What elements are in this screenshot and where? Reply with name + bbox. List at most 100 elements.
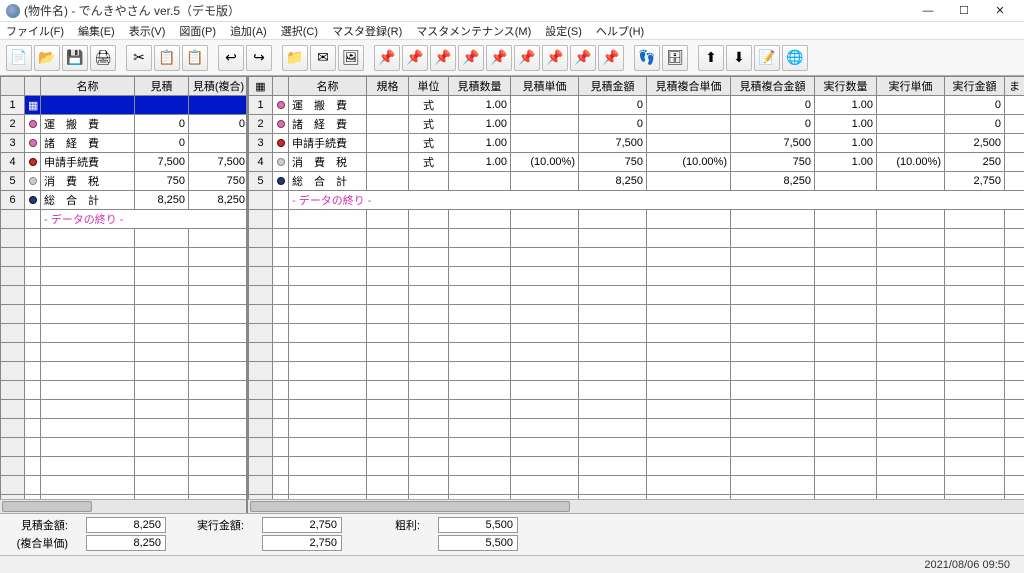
toolbar-btn-3[interactable]: 🖨 (90, 45, 116, 71)
right-col-12[interactable]: 実行金額 (945, 77, 1005, 96)
right-hscroll[interactable] (248, 499, 1024, 513)
right-col-4[interactable]: 単位 (409, 77, 449, 96)
cell-unit[interactable]: 式 (409, 134, 449, 153)
toolbar-btn-1[interactable]: 📂 (34, 45, 60, 71)
cell-mitsumori[interactable] (135, 96, 189, 115)
menu-select[interactable]: 選択(C) (281, 23, 318, 39)
cell-mf-amt[interactable]: 0 (731, 115, 815, 134)
cell-r-unit[interactable] (877, 172, 945, 191)
cell-mf-amt[interactable]: 7,500 (731, 134, 815, 153)
right-col-2[interactable]: 名称 (289, 77, 367, 96)
toolbar-btn-13[interactable]: 📌 (402, 45, 428, 71)
menu-drawing[interactable]: 図面(P) (179, 23, 216, 39)
left-row[interactable]: 1 ▦ (1, 96, 247, 115)
left-col-name[interactable]: 名称 (41, 77, 135, 96)
right-col-11[interactable]: 実行単価 (877, 77, 945, 96)
cell-r-unit[interactable] (877, 115, 945, 134)
left-row[interactable]: 2 運 搬 費 0 0 (1, 115, 247, 134)
minimize-button[interactable]: — (910, 1, 946, 21)
toolbar-btn-17[interactable]: 📌 (514, 45, 540, 71)
cell-m-unit[interactable] (511, 172, 579, 191)
right-col-6[interactable]: 見積単価 (511, 77, 579, 96)
left-row[interactable]: 4 申請手続費 7,500 7,500 (1, 153, 247, 172)
toolbar-btn-6[interactable]: 📋 (182, 45, 208, 71)
cell-r-qty[interactable]: 1.00 (815, 134, 877, 153)
cell-mitsumori[interactable]: 7,500 (135, 153, 189, 172)
cell-name[interactable]: 消 費 税 (289, 153, 367, 172)
right-row[interactable]: 1 運 搬 費 式 1.00 0 0 1.00 0 (249, 96, 1024, 115)
toolbar-btn-18[interactable]: 📌 (542, 45, 568, 71)
cell-unit[interactable]: 式 (409, 115, 449, 134)
right-col-9[interactable]: 見積複合金額 (731, 77, 815, 96)
cell-spec[interactable] (367, 96, 409, 115)
cell-mf-unit[interactable] (647, 172, 731, 191)
cell-mf-unit[interactable] (647, 115, 731, 134)
cell-r-unit[interactable] (877, 134, 945, 153)
cell-mitsumori[interactable]: 0 (135, 115, 189, 134)
cell-mf-unit[interactable] (647, 96, 731, 115)
right-row[interactable]: 2 諸 経 費 式 1.00 0 0 1.00 0 (249, 115, 1024, 134)
left-col-mitsumori[interactable]: 見積 (135, 77, 189, 96)
left-row[interactable]: 5 消 費 税 750 750 (1, 172, 247, 191)
left-col-fukugo[interactable]: 見積(複合) (189, 77, 247, 96)
menu-settings[interactable]: 設定(S) (545, 23, 582, 39)
toolbar-btn-7[interactable]: ↩ (218, 45, 244, 71)
cell-name[interactable]: 運 搬 費 (289, 96, 367, 115)
cell-r-qty[interactable] (815, 172, 877, 191)
right-grid[interactable]: ▦名称規格単位見積数量見積単価見積金額見積複合単価見積複合金額実行数量実行単価実… (248, 76, 1024, 499)
cell-r-amt[interactable]: 0 (945, 96, 1005, 115)
menu-master-reg[interactable]: マスタ登録(R) (332, 23, 402, 39)
left-hscroll[interactable] (0, 499, 246, 513)
cell-name[interactable]: 申請手続費 (289, 134, 367, 153)
toolbar-btn-5[interactable]: 📋 (154, 45, 180, 71)
toolbar-btn-24[interactable]: ⬇ (726, 45, 752, 71)
cell-name[interactable]: 総 合 計 (289, 172, 367, 191)
cell-name[interactable]: 消 費 税 (41, 172, 135, 191)
menu-file[interactable]: ファイル(F) (6, 23, 64, 39)
toolbar-btn-21[interactable]: 👣 (634, 45, 660, 71)
cell-unit[interactable]: 式 (409, 96, 449, 115)
toolbar-btn-0[interactable]: 📄 (6, 45, 32, 71)
cell-m-unit[interactable]: (10.00%) (511, 153, 579, 172)
cell-m-amt[interactable]: 8,250 (579, 172, 647, 191)
cell-m-unit[interactable] (511, 134, 579, 153)
toolbar-btn-19[interactable]: 📌 (570, 45, 596, 71)
toolbar-btn-12[interactable]: 📌 (374, 45, 400, 71)
cell-spec[interactable] (367, 172, 409, 191)
cell-mf-amt[interactable]: 750 (731, 153, 815, 172)
cell-m-amt[interactable]: 750 (579, 153, 647, 172)
maximize-button[interactable]: ☐ (946, 1, 982, 21)
cell-m-qty[interactable]: 1.00 (449, 153, 511, 172)
cell-r-amt[interactable]: 2,750 (945, 172, 1005, 191)
left-row[interactable]: 6 総 合 計 8,250 8,250 (1, 191, 247, 210)
right-col-5[interactable]: 見積数量 (449, 77, 511, 96)
cell-name[interactable]: 運 搬 費 (41, 115, 135, 134)
toolbar-btn-16[interactable]: 📌 (486, 45, 512, 71)
cell-m-unit[interactable] (511, 96, 579, 115)
toolbar-btn-10[interactable]: ✉ (310, 45, 336, 71)
left-row[interactable]: 3 諸 経 費 0 (1, 134, 247, 153)
cell-r-unit[interactable]: (10.00%) (877, 153, 945, 172)
toolbar-btn-11[interactable]: 🖼 (338, 45, 364, 71)
cell-name[interactable]: 諸 経 費 (41, 134, 135, 153)
cell-fukugo[interactable] (189, 134, 247, 153)
cell-m-amt[interactable]: 0 (579, 96, 647, 115)
right-col-7[interactable]: 見積金額 (579, 77, 647, 96)
cell-name[interactable]: 総 合 計 (41, 191, 135, 210)
cell-mf-amt[interactable]: 8,250 (731, 172, 815, 191)
left-grid[interactable]: 名称 見積 見積(複合) 1 ▦ 2 運 搬 費 0 03 諸 経 費 0 4 … (0, 76, 246, 499)
cell-m-qty[interactable]: 1.00 (449, 96, 511, 115)
cell-fukugo[interactable]: 7,500 (189, 153, 247, 172)
cell-m-unit[interactable] (511, 115, 579, 134)
cell-mf-amt[interactable]: 0 (731, 96, 815, 115)
cell-mitsumori[interactable]: 0 (135, 134, 189, 153)
menu-help[interactable]: ヘルプ(H) (596, 23, 644, 39)
cell-name[interactable]: 諸 経 費 (289, 115, 367, 134)
cell-m-amt[interactable]: 7,500 (579, 134, 647, 153)
menu-add[interactable]: 追加(A) (230, 23, 267, 39)
toolbar-btn-2[interactable]: 💾 (62, 45, 88, 71)
cell-r-unit[interactable] (877, 96, 945, 115)
toolbar-btn-22[interactable]: 🗄 (662, 45, 688, 71)
right-col-3[interactable]: 規格 (367, 77, 409, 96)
cell-spec[interactable] (367, 134, 409, 153)
